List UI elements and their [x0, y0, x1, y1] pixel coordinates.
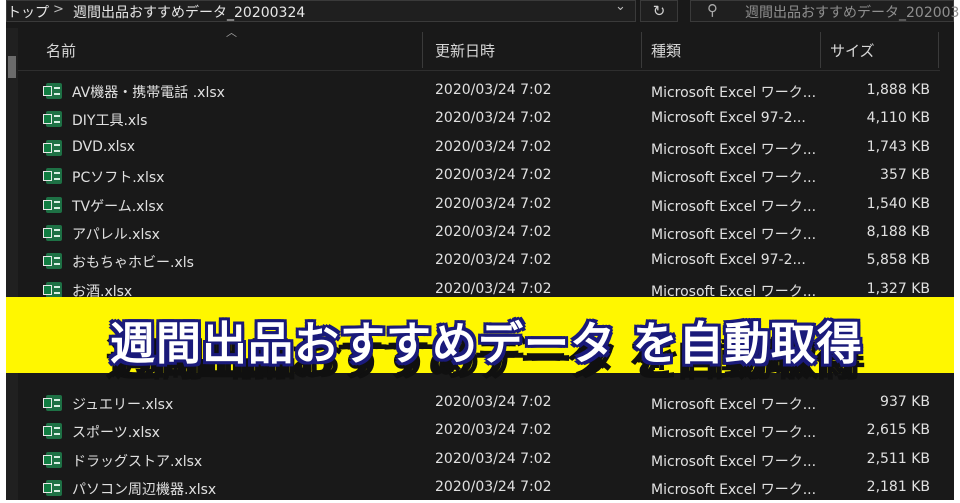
file-size: 1,743 KB — [866, 139, 930, 155]
file-row[interactable]: アパレル.xlsx 2020/03/24 7:02 Microsoft Excel … — [18, 219, 940, 247]
chevron-right-icon: > — [53, 2, 64, 17]
file-date: 2020/03/24 7:02 — [435, 252, 552, 268]
banner-text: 週間出品おすすめデータ を自動取得 — [110, 317, 863, 370]
file-date: 2020/03/24 7:02 — [435, 196, 552, 212]
file-name: AV機器・携帯電話 .xlsx — [72, 85, 225, 101]
excel-file-icon — [43, 111, 62, 127]
column-date[interactable]: 更新日時 — [435, 40, 495, 61]
file-name: おもちゃホビー.xls — [72, 255, 194, 271]
address-bar[interactable]: トップ > 週間出品おすすめデータ_20200324 ⌄ — [6, 0, 636, 22]
file-date: 2020/03/24 7:02 — [435, 224, 552, 240]
excel-file-icon — [43, 168, 62, 184]
file-name: DIY工具.xls — [72, 113, 148, 129]
file-name: パソコン周辺機器.xlsx — [72, 482, 217, 498]
column-size[interactable]: サイズ — [830, 40, 875, 61]
file-type: Microsoft Excel ワーク... — [651, 454, 817, 470]
file-size: 4,110 KB — [866, 110, 930, 126]
file-type: Microsoft Excel 97-2... — [651, 110, 806, 126]
column-divider[interactable] — [422, 32, 423, 68]
scrollbar-thumb[interactable] — [8, 56, 16, 78]
sort-up-icon: ︿ — [226, 26, 237, 39]
excel-file-icon — [43, 253, 62, 269]
search-input[interactable]: ⚲ 週間出品おすすめデータ_20200324 — [690, 0, 960, 22]
file-date: 2020/03/24 7:02 — [435, 422, 552, 438]
file-type: Microsoft Excel ワーク... — [651, 397, 817, 413]
file-type: Microsoft Excel ワーク... — [651, 142, 817, 158]
file-name: DVD.xlsx — [72, 139, 136, 155]
file-name: スポーツ.xlsx — [72, 425, 160, 441]
column-type[interactable]: 種類 — [651, 40, 681, 61]
file-row[interactable]: DVD.xlsx 2020/03/24 7:02 Microsoft Excel ワ… — [18, 134, 940, 162]
excel-file-icon — [43, 423, 62, 439]
file-name: ドラッグストア.xlsx — [72, 454, 203, 470]
excel-file-icon — [43, 395, 62, 411]
file-row[interactable]: TVゲーム.xlsx 2020/03/24 7:02 Microsoft Excel… — [18, 191, 940, 219]
file-row[interactable]: おもちゃホビー.xls 2020/03/24 7:02 Microsoft Exce… — [18, 247, 940, 275]
file-size: 2,511 KB — [866, 451, 930, 467]
file-date: 2020/03/24 7:02 — [435, 82, 552, 98]
file-type: Microsoft Excel ワーク... — [651, 482, 817, 498]
file-size: 2,615 KB — [866, 422, 930, 438]
column-name[interactable]: 名前 — [46, 40, 76, 61]
breadcrumb-current[interactable]: 週間出品おすすめデータ_20200324 — [73, 2, 305, 22]
file-name: ジュエリー.xlsx — [72, 397, 174, 413]
file-date: 2020/03/24 7:02 — [435, 139, 552, 155]
excel-file-icon — [43, 452, 62, 468]
file-type: Microsoft Excel ワーク... — [651, 199, 817, 215]
file-row[interactable]: PCソフト.xlsx 2020/03/24 7:02 Microsoft Excel… — [18, 162, 940, 190]
file-type: Microsoft Excel ワーク... — [651, 227, 817, 243]
file-size: 937 KB — [880, 394, 930, 410]
search-placeholder: 週間出品おすすめデータ_20200324 — [745, 5, 960, 21]
file-row[interactable]: ジュエリー.xlsx 2020/03/24 7:02 Microsoft Excel… — [18, 389, 940, 417]
file-date: 2020/03/24 7:02 — [435, 479, 552, 495]
title-banner: 週間出品おすすめデータ を自動取得 — [6, 297, 954, 373]
file-row[interactable]: スポーツ.xlsx 2020/03/24 7:02 Microsoft Excel … — [18, 417, 940, 445]
excel-file-icon — [43, 282, 62, 298]
file-type: Microsoft Excel ワーク... — [651, 425, 817, 441]
file-date: 2020/03/24 7:02 — [435, 110, 552, 126]
file-row[interactable]: ドラッグストア.xlsx 2020/03/24 7:02 Microsoft Exc… — [18, 446, 940, 474]
file-date: 2020/03/24 7:02 — [435, 451, 552, 467]
breadcrumb-parent[interactable]: トップ — [7, 2, 49, 22]
file-name: アパレル.xlsx — [72, 227, 160, 243]
file-name: TVゲーム.xlsx — [72, 199, 164, 215]
file-name: PCソフト.xlsx — [72, 170, 165, 186]
excel-file-icon — [43, 83, 62, 99]
excel-file-icon — [43, 140, 62, 156]
file-row[interactable]: DIY工具.xls 2020/03/24 7:02 Microsoft Excel … — [18, 105, 940, 133]
file-type: Microsoft Excel ワーク... — [651, 170, 817, 186]
column-divider[interactable] — [938, 32, 939, 68]
excel-file-icon — [43, 480, 62, 496]
file-size: 5,858 KB — [866, 252, 930, 268]
column-divider[interactable] — [820, 32, 821, 68]
file-date: 2020/03/24 7:02 — [435, 281, 552, 297]
file-size: 8,188 KB — [866, 224, 930, 240]
file-type: Microsoft Excel ワーク... — [651, 85, 817, 101]
file-size: 1,327 KB — [866, 281, 930, 297]
file-type: Microsoft Excel 97-2... — [651, 252, 806, 268]
column-header: ︿ 名前 更新日時 種類 サイズ — [18, 26, 940, 71]
file-size: 1,888 KB — [866, 82, 930, 98]
file-size: 357 KB — [880, 167, 930, 183]
file-row[interactable]: パソコン周辺機器.xlsx 2020/03/24 7:02 Microsoft Ex… — [18, 474, 940, 502]
file-size: 2,181 KB — [866, 479, 930, 495]
chevron-down-icon[interactable]: ⌄ — [615, 0, 626, 14]
file-row[interactable]: AV機器・携帯電話 .xlsx 2020/03/24 7:02 Microsoft … — [18, 77, 940, 105]
vertical-scrollbar[interactable] — [6, 28, 18, 500]
file-date: 2020/03/24 7:02 — [435, 167, 552, 183]
excel-file-icon — [43, 197, 62, 213]
file-date: 2020/03/24 7:02 — [435, 394, 552, 410]
refresh-icon[interactable]: ↻ — [640, 0, 678, 22]
file-size: 1,540 KB — [866, 196, 930, 212]
excel-file-icon — [43, 225, 62, 241]
column-divider[interactable] — [641, 32, 642, 68]
search-icon: ⚲ — [707, 1, 718, 19]
